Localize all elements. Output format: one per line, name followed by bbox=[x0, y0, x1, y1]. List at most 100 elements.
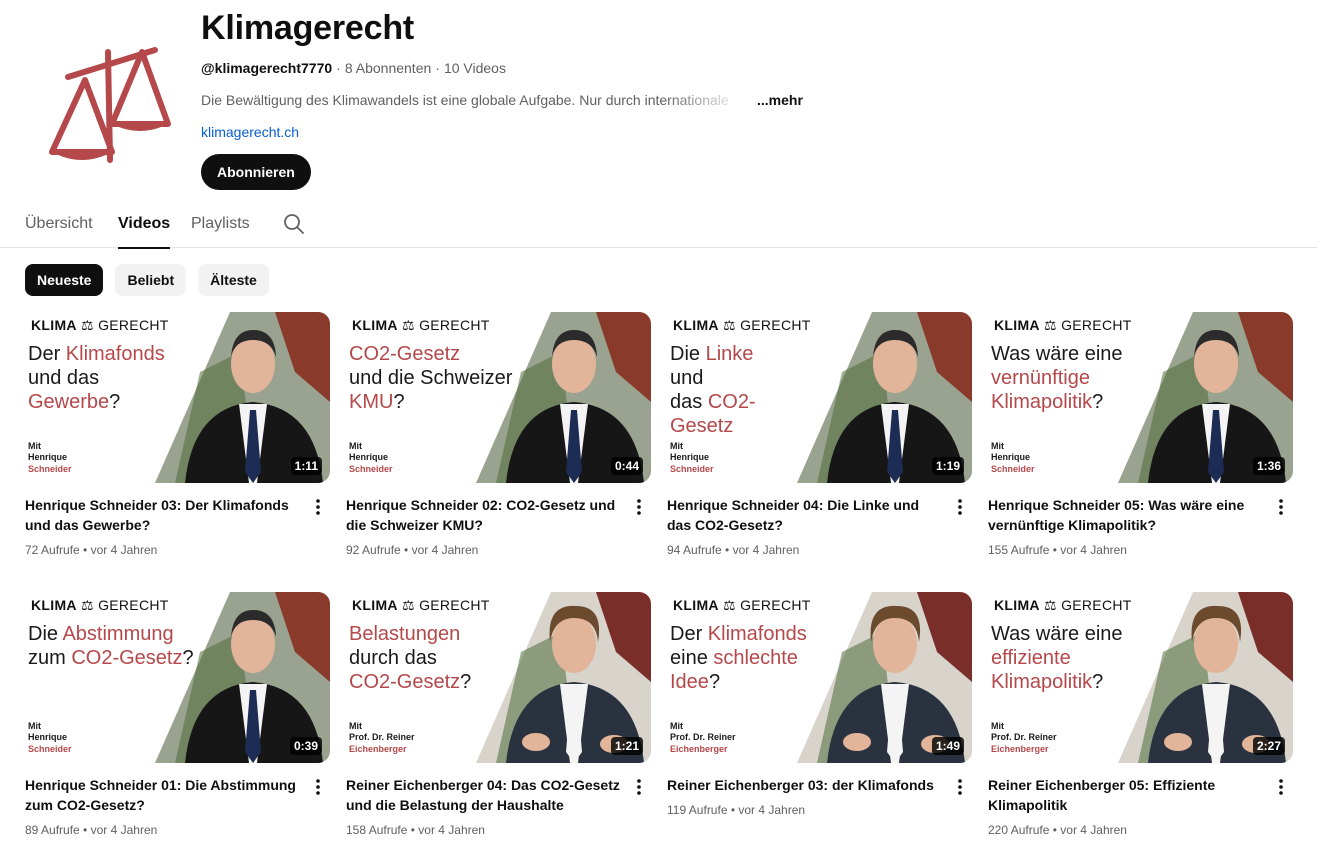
video-grid: KLIMA ⚖ GERECHT Der Klimafonds und das Gew… bbox=[25, 312, 1293, 862]
thumbnail-guest-line: Prof. Dr. Reiner bbox=[670, 732, 736, 742]
more-options-icon[interactable] bbox=[627, 773, 651, 801]
search-icon[interactable] bbox=[282, 212, 306, 236]
thumbnail-guest-line: Prof. Dr. Reiner bbox=[991, 732, 1057, 742]
brand-left: KLIMA bbox=[31, 317, 77, 333]
video-title[interactable]: Reiner Eichenberger 04: Das CO2-Gesetz u… bbox=[346, 775, 626, 815]
video-card-4: KLIMA ⚖ GERECHT Was wäre eine vernünftige… bbox=[988, 312, 1293, 592]
channel-handle: @klimagerecht7770 bbox=[201, 60, 333, 76]
video-meta: 155 Aufrufe • vor 4 Jahren bbox=[988, 543, 1127, 557]
more-link[interactable]: ...mehr bbox=[757, 90, 803, 110]
video-card-8: KLIMA ⚖ GERECHT Was wäre eine effiziente K… bbox=[988, 592, 1293, 862]
thumbnail-brand: KLIMA ⚖ GERECHT bbox=[352, 317, 490, 334]
scales-logo-icon bbox=[49, 47, 171, 163]
video-card-3: KLIMA ⚖ GERECHT Die Linke und das CO2- Ges… bbox=[667, 312, 972, 592]
separator: · bbox=[435, 60, 440, 76]
more-options-icon[interactable] bbox=[1269, 493, 1293, 521]
thumbnail-title: Der Klimafonds eine schlechte Idee? bbox=[670, 622, 845, 694]
brand-right: GERECHT bbox=[98, 317, 169, 333]
thumbnail-title: Der Klimafonds und das Gewerbe? bbox=[28, 342, 203, 414]
video-duration: 1:11 bbox=[290, 457, 322, 475]
thumbnail-title: CO2-Gesetz und die Schweizer KMU? bbox=[349, 342, 524, 414]
video-meta: 92 Aufrufe • vor 4 Jahren bbox=[346, 543, 479, 557]
thumbnail-title: Was wäre eine effiziente Klimapolitik? bbox=[991, 622, 1166, 694]
video-duration: 1:21 bbox=[610, 737, 643, 755]
tab-videos[interactable]: Videos bbox=[118, 200, 171, 249]
view-count: 119 Aufrufe bbox=[667, 803, 728, 817]
more-options-icon[interactable] bbox=[948, 493, 972, 521]
thumbnail-guest-line: Mit bbox=[991, 720, 1004, 731]
video-thumbnail[interactable]: KLIMA ⚖ GERECHT Was wäre eine vernünftige… bbox=[988, 312, 1293, 483]
channel-info: Klimagerecht @klimagerecht7770 · 8 Abonnen… bbox=[201, 8, 901, 190]
thumbnail-title-line: Idee? bbox=[670, 671, 721, 693]
upload-age: vor 4 Jahren bbox=[1060, 543, 1127, 557]
brand-left: KLIMA bbox=[352, 317, 398, 333]
scales-small-icon: ⚖ bbox=[397, 317, 420, 333]
chip-oldest[interactable]: Älteste bbox=[198, 264, 269, 296]
thumbnail-brand: KLIMA ⚖ GERECHT bbox=[31, 597, 169, 614]
thumbnail-title: Belastungen durch das CO2-Gesetz? bbox=[349, 622, 524, 694]
brand-left: KLIMA bbox=[673, 317, 719, 333]
thumbnail-title-line: CO2-Gesetz bbox=[349, 343, 461, 365]
thumbnail-title-line: Klimapolitik? bbox=[991, 671, 1104, 693]
thumbnail-title-line: CO2-Gesetz? bbox=[349, 671, 472, 693]
video-title[interactable]: Henrique Schneider 05: Was wäre eine ver… bbox=[988, 495, 1268, 535]
more-options-icon[interactable] bbox=[306, 773, 330, 801]
video-count: 10 Videos bbox=[443, 60, 506, 76]
view-count: 94 Aufrufe bbox=[667, 543, 722, 557]
brand-left: KLIMA bbox=[994, 317, 1040, 333]
video-title[interactable]: Henrique Schneider 04: Die Linke und das… bbox=[667, 495, 947, 535]
video-card-7: KLIMA ⚖ GERECHT Der Klimafonds eine schle… bbox=[667, 592, 972, 862]
chip-popular[interactable]: Beliebt bbox=[115, 264, 187, 296]
more-options-icon[interactable] bbox=[948, 773, 972, 801]
thumbnail-title-line: Der Klimafonds bbox=[28, 343, 165, 365]
thumbnail-title-line: Klimapolitik? bbox=[991, 391, 1104, 413]
video-thumbnail[interactable]: KLIMA ⚖ GERECHT Der Klimafonds eine schle… bbox=[667, 592, 972, 763]
video-thumbnail[interactable]: KLIMA ⚖ GERECHT Die Linke und das CO2- Ges… bbox=[667, 312, 972, 483]
scales-small-icon: ⚖ bbox=[1039, 597, 1062, 613]
tab-overview[interactable]: Übersicht bbox=[25, 200, 93, 248]
chip-newest[interactable]: Neueste bbox=[25, 264, 104, 296]
video-title[interactable]: Henrique Schneider 03: Der Klimafonds un… bbox=[25, 495, 305, 535]
video-title[interactable]: Henrique Schneider 02: CO2-Gesetz und di… bbox=[346, 495, 626, 535]
upload-age: vor 4 Jahren bbox=[732, 543, 800, 557]
video-thumbnail[interactable]: KLIMA ⚖ GERECHT Was wäre eine effiziente K… bbox=[988, 592, 1293, 763]
video-title[interactable]: Henrique Schneider 01: Die Abstimmung zu… bbox=[25, 775, 305, 815]
video-title[interactable]: Reiner Eichenberger 03: der Klimafonds bbox=[667, 775, 947, 795]
thumbnail-guest-line: Mit bbox=[349, 720, 362, 731]
video-thumbnail[interactable]: KLIMA ⚖ GERECHT Der Klimafonds und das Gew… bbox=[25, 312, 330, 483]
channel-description-row[interactable]: Die Bewältigung des Klimawandels ist ein… bbox=[201, 90, 901, 110]
more-options-icon[interactable] bbox=[306, 493, 330, 521]
separator: · bbox=[336, 60, 341, 76]
thumbnail-guest-line: Schneider bbox=[670, 463, 714, 474]
view-count: 220 Aufrufe bbox=[988, 823, 1050, 837]
video-thumbnail[interactable]: KLIMA ⚖ GERECHT CO2-Gesetz und die Schwei… bbox=[346, 312, 651, 483]
channel-avatar[interactable] bbox=[25, 17, 185, 177]
brand-right: GERECHT bbox=[740, 317, 811, 333]
tab-playlists[interactable]: Playlists bbox=[191, 200, 250, 248]
thumbnail-guest-line: Prof. Dr. Reiner bbox=[349, 732, 415, 742]
brand-left: KLIMA bbox=[673, 597, 719, 613]
thumbnail-guest-line: Mit bbox=[28, 440, 41, 451]
thumbnail-guest: Mit Henrique Schneider bbox=[670, 441, 714, 476]
video-duration: 1:49 bbox=[931, 737, 964, 755]
thumbnail-guest: Mit Henrique Schneider bbox=[349, 441, 393, 476]
thumbnail-title-line: eine schlechte bbox=[670, 647, 798, 669]
more-options-icon[interactable] bbox=[627, 493, 651, 521]
thumbnail-guest-line: Henrique bbox=[349, 452, 389, 462]
video-duration: 1:36 bbox=[1252, 457, 1285, 475]
channel-website-link[interactable]: klimagerecht.ch bbox=[201, 122, 299, 142]
video-thumbnail[interactable]: KLIMA ⚖ GERECHT Belastungen durch das CO2-… bbox=[346, 592, 651, 763]
subscribe-button[interactable]: Abonnieren bbox=[201, 154, 311, 190]
video-thumbnail[interactable]: KLIMA ⚖ GERECHT Die Abstimmung zum CO2-Ge… bbox=[25, 592, 330, 763]
thumbnail-guest-line: Mit bbox=[349, 440, 362, 451]
brand-left: KLIMA bbox=[994, 597, 1040, 613]
video-card-1: KLIMA ⚖ GERECHT Der Klimafonds und das Gew… bbox=[25, 312, 330, 592]
video-title[interactable]: Reiner Eichenberger 05: Effiziente Klima… bbox=[988, 775, 1268, 815]
thumbnail-guest: Mit Prof. Dr. Reiner Eichenberger bbox=[349, 721, 415, 756]
video-card-5: KLIMA ⚖ GERECHT Die Abstimmung zum CO2-Ge… bbox=[25, 592, 330, 862]
thumbnail-guest-line: Schneider bbox=[28, 743, 72, 754]
thumbnail-title-line: Der Klimafonds bbox=[670, 623, 807, 645]
more-options-icon[interactable] bbox=[1269, 773, 1293, 801]
brand-left: KLIMA bbox=[352, 597, 398, 613]
thumbnail-title-line: KMU? bbox=[349, 391, 405, 413]
